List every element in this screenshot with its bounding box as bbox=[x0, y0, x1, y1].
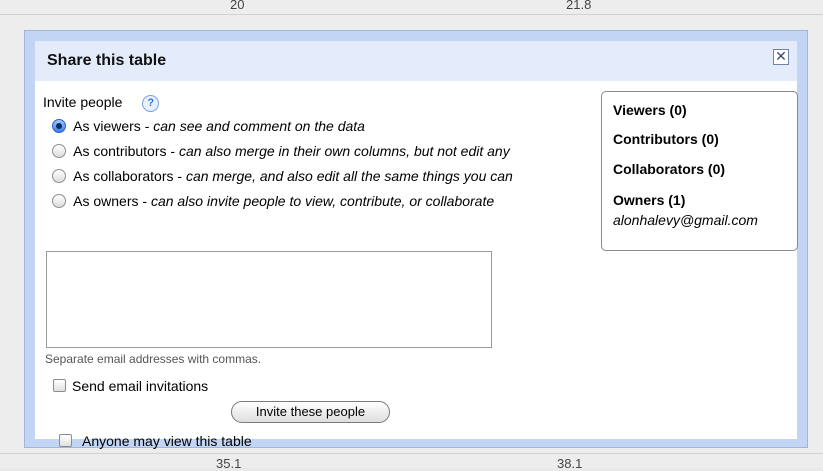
anyone-view-checkbox[interactable] bbox=[59, 434, 72, 447]
role-option-owners[interactable]: As owners - can also invite people to vi… bbox=[52, 193, 494, 209]
role-description: can also merge in their own columns, but… bbox=[178, 143, 510, 159]
table-cell: 35.1 bbox=[216, 456, 242, 471]
dialog-body: Invite people ? As viewers - can see and… bbox=[35, 81, 798, 449]
table-cell: 20 bbox=[230, 0, 245, 12]
anyone-view-row[interactable]: Anyone may view this table bbox=[59, 433, 252, 449]
table-cell: 38.1 bbox=[557, 456, 583, 471]
role-label: As collaborators - bbox=[73, 168, 186, 184]
role-label: As owners - bbox=[73, 193, 151, 209]
send-email-checkbox[interactable] bbox=[53, 379, 66, 392]
viewers-count: Viewers (0) bbox=[613, 102, 687, 118]
radio-viewers[interactable] bbox=[52, 119, 66, 133]
dialog-title: Share this table bbox=[47, 52, 167, 69]
role-description: can merge, and also edit all the same th… bbox=[185, 168, 513, 184]
help-icon[interactable]: ? bbox=[142, 95, 160, 112]
email-hint: Separate email addresses with commas. bbox=[45, 352, 262, 366]
owners-count: Owners (1) bbox=[613, 192, 686, 208]
invite-button[interactable]: Invite these people bbox=[231, 401, 390, 423]
invite-people-label: Invite people bbox=[43, 94, 123, 110]
invite-people-row: Invite people ? bbox=[43, 94, 160, 112]
role-description: can also invite people to view, contribu… bbox=[150, 193, 495, 209]
members-panel: Viewers (0) Contributors (0) Collaborato… bbox=[601, 91, 798, 251]
role-label: As contributors - bbox=[73, 143, 179, 159]
role-description: can see and comment on the data bbox=[153, 118, 365, 134]
email-addresses-input[interactable] bbox=[46, 251, 492, 348]
radio-owners[interactable] bbox=[52, 194, 66, 208]
radio-contributors[interactable] bbox=[52, 144, 66, 158]
role-option-contributors[interactable]: As contributors - can also merge in thei… bbox=[52, 143, 510, 159]
share-dialog: Share this table ✕ Invite people ? As vi… bbox=[24, 30, 808, 449]
role-option-collaborators[interactable]: As collaborators - can merge, and also e… bbox=[52, 168, 513, 184]
anyone-view-label: Anyone may view this table bbox=[82, 433, 252, 449]
table-cell: 21.8 bbox=[566, 0, 592, 12]
role-option-viewers[interactable]: As viewers - can see and comment on the … bbox=[52, 118, 365, 134]
contributors-count: Contributors (0) bbox=[613, 131, 719, 147]
close-icon[interactable]: ✕ bbox=[773, 49, 789, 65]
dialog-title-bar: Share this table ✕ bbox=[35, 41, 797, 81]
radio-collaborators[interactable] bbox=[52, 169, 66, 183]
grid-line bbox=[0, 453, 823, 454]
collaborators-count: Collaborators (0) bbox=[613, 161, 726, 177]
owner-email: alonhalevy@gmail.com bbox=[613, 212, 758, 228]
grid-line bbox=[0, 14, 823, 15]
send-email-label: Send email invitations bbox=[72, 378, 209, 394]
role-label: As viewers - bbox=[73, 118, 154, 134]
send-email-row[interactable]: Send email invitations bbox=[53, 378, 208, 394]
